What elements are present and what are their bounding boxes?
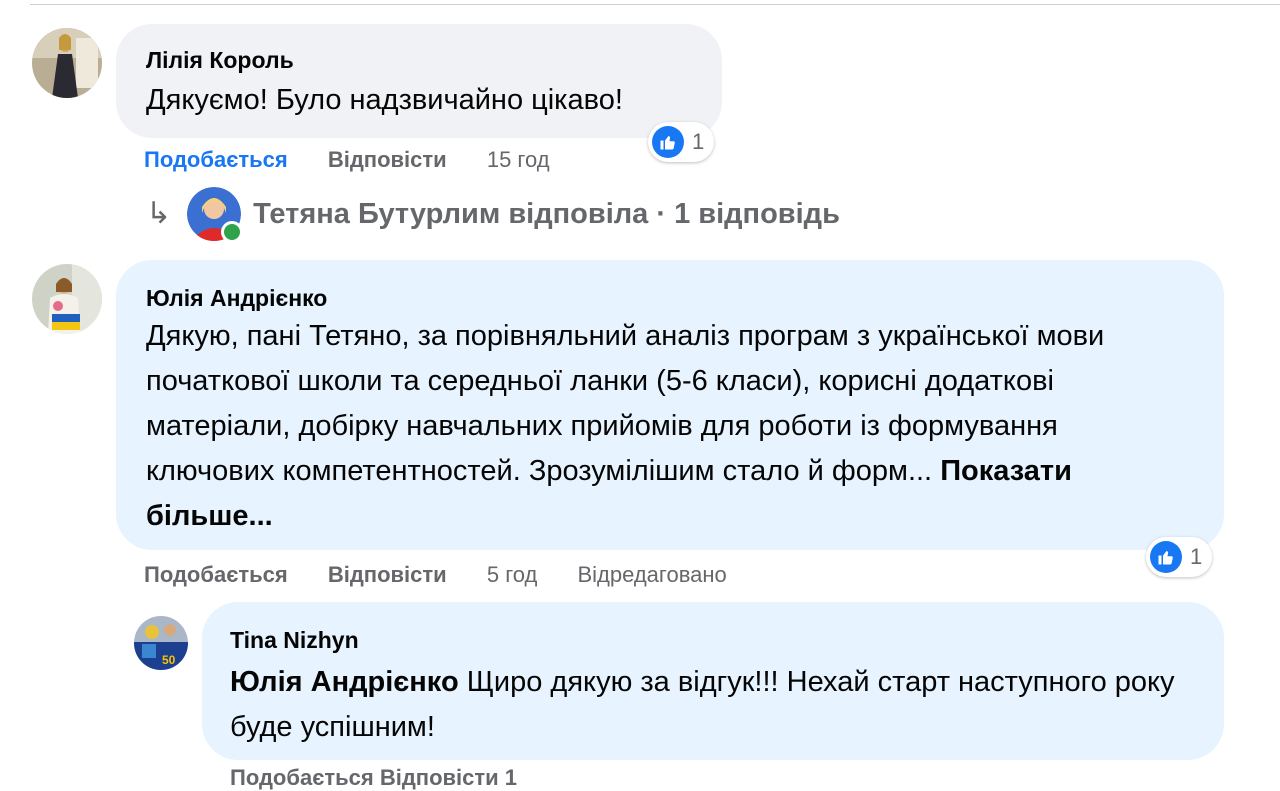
comment-actions-lilia: Подобається Відповісти 15 год: [144, 146, 584, 174]
comment-text: Дякуємо! Було надзвичайно цікаво!: [146, 84, 623, 116]
reaction-count-yulia[interactable]: 1: [1146, 537, 1213, 577]
top-divider: [30, 4, 1280, 5]
comment-text: Дякую, пані Тетяно, за порівняльний анал…: [146, 314, 1194, 539]
comment-bubble-yulia: Юлія Андрієнко Дякую, пані Тетяно, за по…: [116, 260, 1224, 550]
edited-label[interactable]: Відредаговано: [577, 561, 726, 589]
like-button[interactable]: Подобається: [144, 146, 288, 174]
comment-timestamp[interactable]: 5 год: [487, 561, 537, 589]
like-reaction-icon: [652, 126, 684, 158]
like-reaction-icon: [1150, 541, 1182, 573]
online-status-icon: [221, 221, 244, 243]
avatar-badge: 50: [162, 653, 176, 667]
avatar-lilia-image: [32, 28, 102, 98]
view-replies-link[interactable]: ↳ Тетяна Бутурлим відповіла · 1 відповід…: [146, 186, 840, 243]
reaction-count: 1: [692, 129, 705, 154]
reply-actions-cutoff[interactable]: Подобається Відповісти 1: [230, 765, 517, 791]
avatar-yulia[interactable]: [32, 264, 102, 334]
reply-bubble-tina: Tina Nizhyn Юлія Андрієнко Щиро дякую за…: [202, 602, 1224, 760]
comment-timestamp[interactable]: 15 год: [487, 146, 550, 174]
comment-actions-yulia: Подобається Відповісти 5 год Відредагова…: [144, 561, 761, 589]
avatar-tina-image: 50: [134, 616, 188, 670]
avatar-tetiana: [187, 187, 244, 243]
reaction-count: 1: [1190, 544, 1203, 569]
replies-summary: Тетяна Бутурлим відповіла · 1 відповідь: [253, 197, 840, 230]
reply-button[interactable]: Відповісти: [328, 561, 447, 589]
reply-mention[interactable]: Юлія Андрієнко: [230, 666, 459, 698]
reply-arrow-icon: ↳: [146, 197, 172, 230]
avatar-tina[interactable]: 50: [134, 616, 188, 670]
reply-author[interactable]: Tina Nizhyn: [230, 626, 1196, 654]
comment-bubble-lilia: Лілія Король Дякуємо! Було надзвичайно ц…: [116, 24, 722, 138]
reply-text: Юлія Андрієнко Щиро дякую за відгук!!! Н…: [230, 660, 1196, 750]
comment-author[interactable]: Юлія Андрієнко: [146, 284, 1194, 312]
like-button[interactable]: Подобається: [144, 561, 288, 589]
avatar-yulia-image: [32, 264, 102, 334]
avatar-lilia[interactable]: [32, 28, 102, 98]
reply-button[interactable]: Відповісти: [328, 146, 447, 174]
reaction-count-lilia[interactable]: 1: [648, 122, 715, 162]
comment-author[interactable]: Лілія Король: [146, 46, 722, 74]
